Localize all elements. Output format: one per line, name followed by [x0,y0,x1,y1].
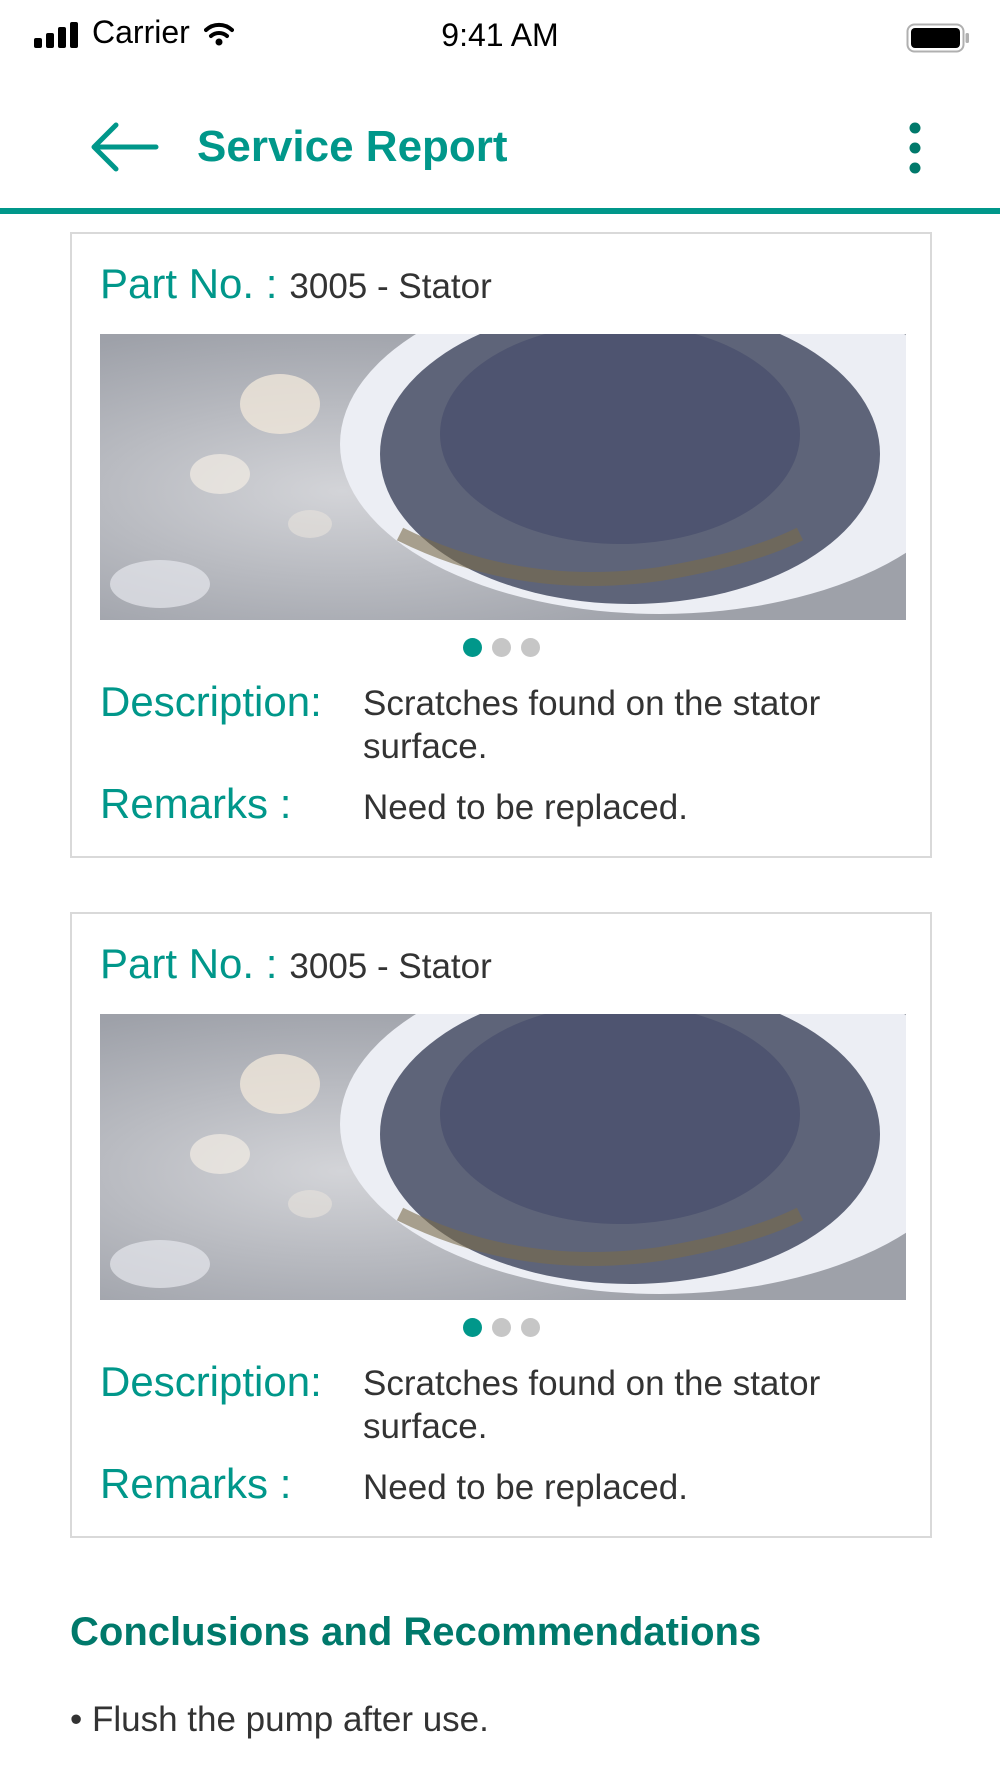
part-number-row: Part No. : 3005 - Stator [100,940,492,988]
part-number-row: Part No. : 3005 - Stator [100,260,492,308]
conclusion-item: • Flush the pump after use. [70,1700,489,1739]
part-number-label: Part No. : [100,260,278,307]
stator-photo-image [100,1014,906,1300]
back-arrow-icon[interactable] [88,122,160,172]
description-value: Scratches found on the stator surface. [363,1364,821,1446]
stator-photo-image [100,334,906,620]
remarks-value: Need to be replaced. [363,1468,688,1507]
carousel-dot[interactable] [491,638,511,657]
status-time: 9:41 AM [441,17,559,53]
carousel-dot[interactable] [520,638,540,657]
description-value: Scratches found on the stator surface. [363,684,821,766]
carousel-indicator [72,638,930,657]
status-bar: Carrier 9:41 AM [0,0,1000,72]
carousel-dot[interactable] [491,1318,511,1337]
remarks-value: Need to be replaced. [363,788,688,827]
carousel-indicator [72,1318,930,1337]
carousel-dot[interactable] [462,638,482,657]
part-card: Part No. : 3005 - Stator Description: Scr… [70,912,932,1538]
part-photo[interactable] [100,1014,906,1300]
more-vertical-icon[interactable] [900,122,930,174]
part-number-label: Part No. : [100,940,278,987]
description-label: Description: [100,678,322,725]
conclusions-heading: Conclusions and Recommendations [70,1610,762,1654]
part-photo[interactable] [100,334,906,620]
carousel-dot[interactable] [520,1318,540,1337]
remarks-label: Remarks : [100,780,292,827]
part-number-value: 3005 - Stator [289,947,492,986]
carousel-dot[interactable] [462,1318,482,1337]
page-title: Service Report [197,122,508,171]
battery-icon [906,23,969,53]
remarks-label: Remarks : [100,1460,292,1507]
app-header: Service Report [0,72,1000,214]
part-number-value: 3005 - Stator [289,267,492,306]
part-card: Part No. : 3005 - Stator Description: Scr… [70,232,932,858]
description-label: Description: [100,1358,322,1405]
